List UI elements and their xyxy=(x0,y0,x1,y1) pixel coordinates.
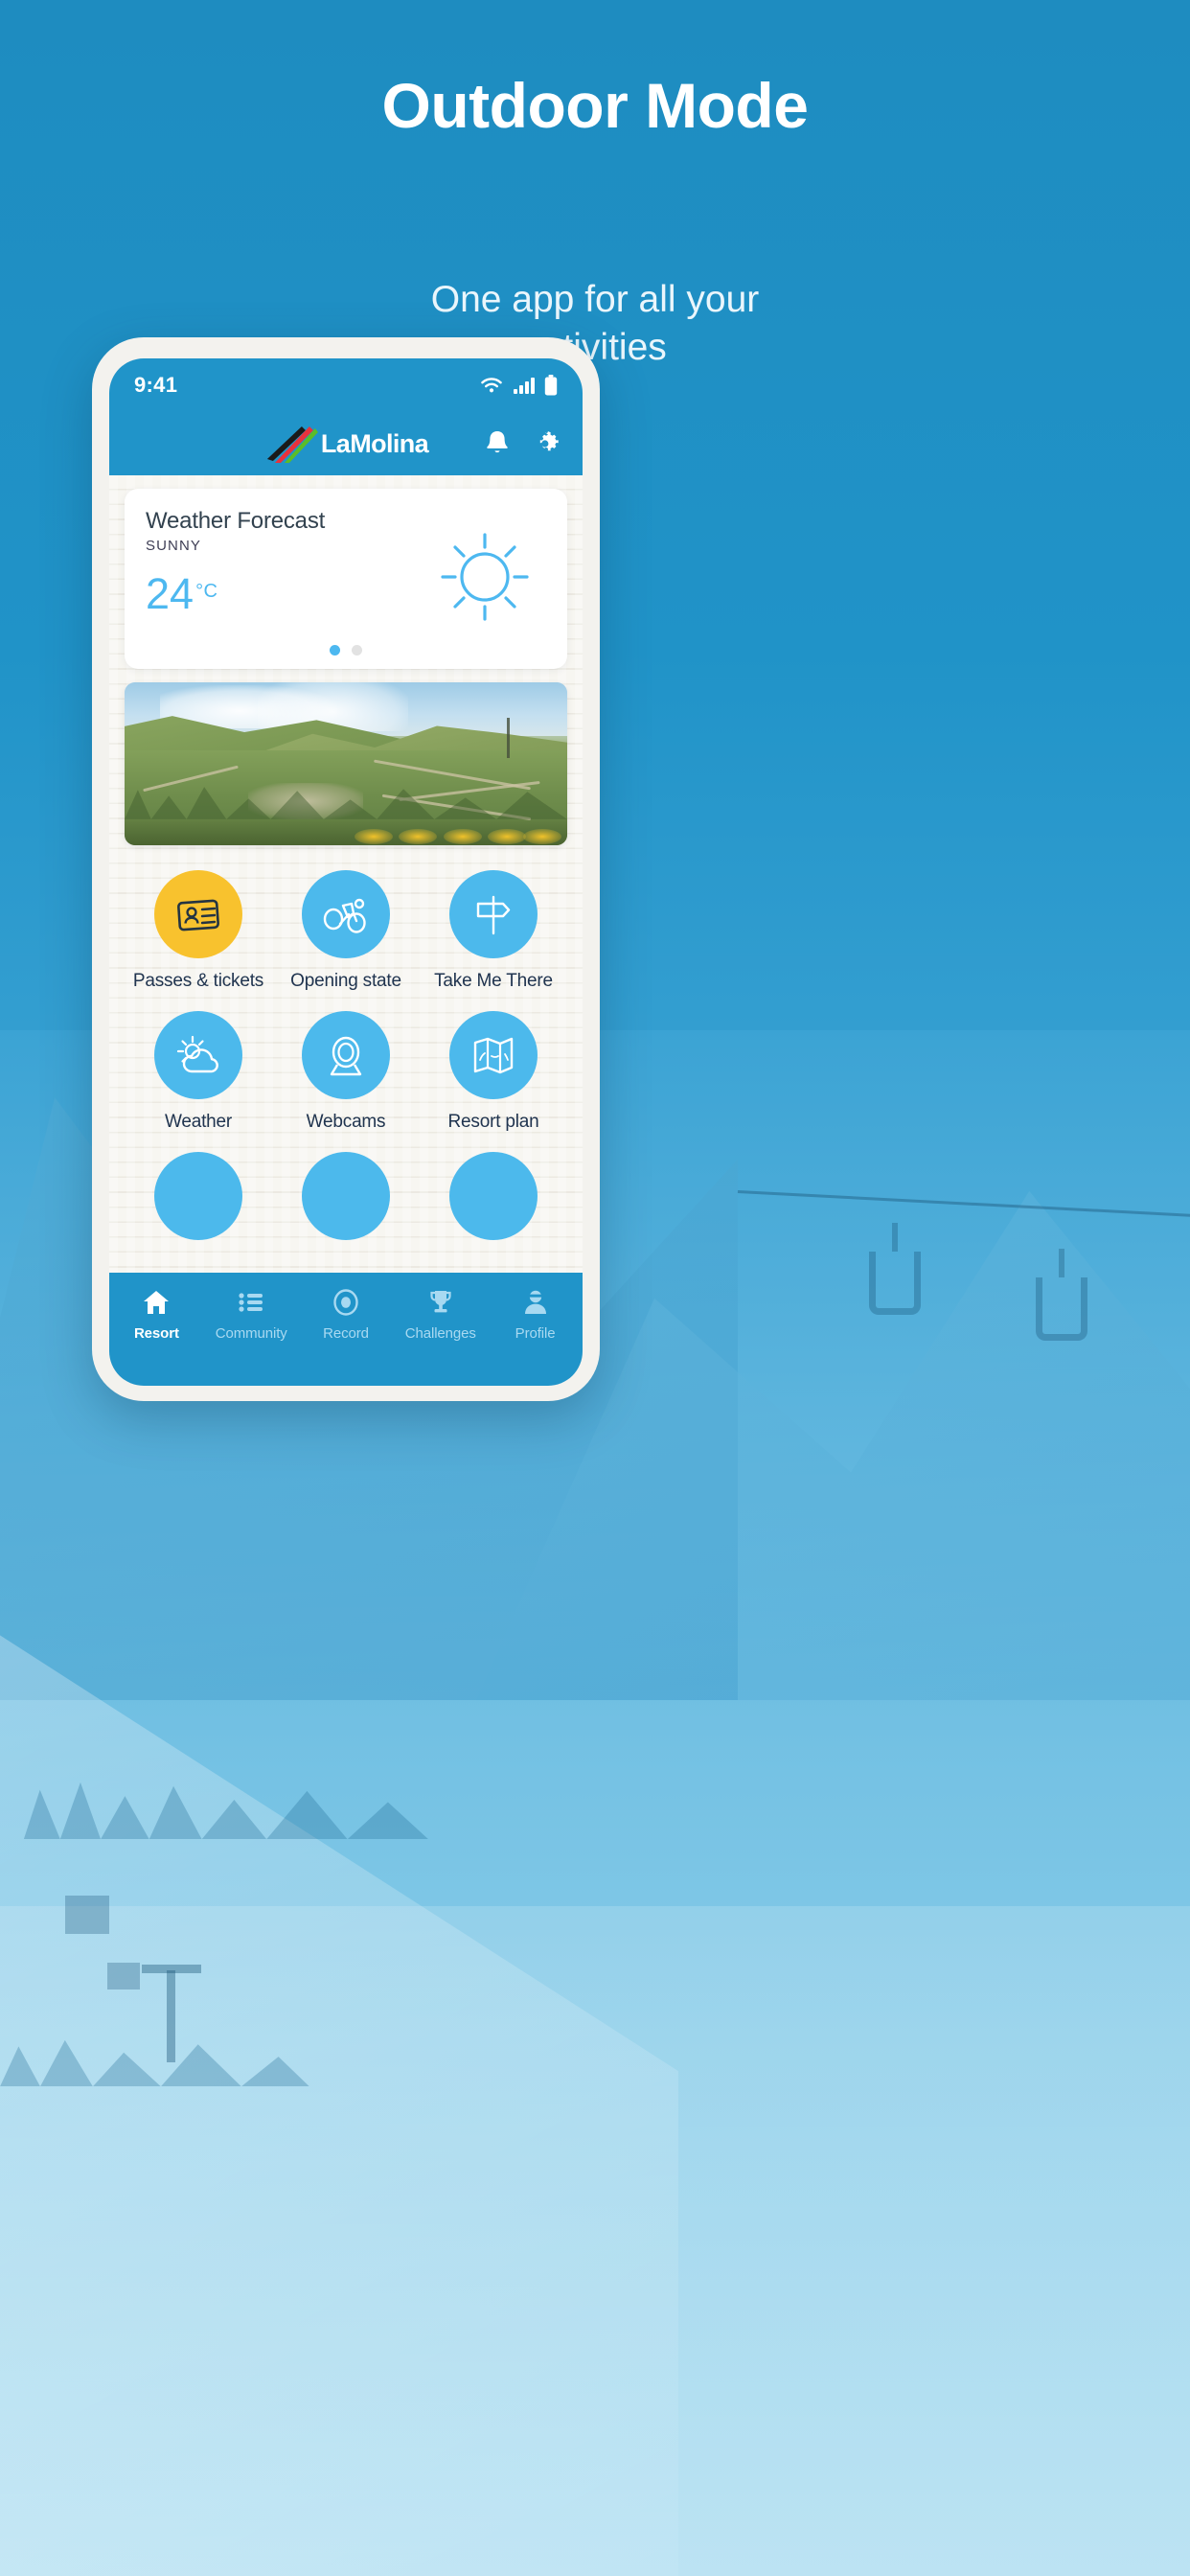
nav-item-challenges[interactable]: Challenges xyxy=(393,1288,488,1342)
shortcut-circle xyxy=(302,870,390,958)
shortcut-take-me-there[interactable]: Take Me There xyxy=(420,870,567,992)
nav-item-profile[interactable]: Profile xyxy=(488,1288,583,1342)
shortcut-opening-state[interactable]: Opening state xyxy=(272,870,420,992)
shortcut-circle xyxy=(449,870,538,958)
promo-subtitle-line1: One app for all your xyxy=(430,279,760,320)
nav-label: Challenges xyxy=(404,1325,476,1342)
folded-map-icon xyxy=(473,1037,514,1074)
webcam-icon xyxy=(330,1036,362,1076)
shortcut-circle xyxy=(302,1152,390,1240)
screen-content: Weather Forecast SUNNY 24 °C Passes & ti… xyxy=(109,475,583,1273)
background-chairlift-seat xyxy=(868,1252,921,1316)
home-icon xyxy=(142,1288,171,1317)
app-logo: LaMolina xyxy=(263,425,429,463)
app-header-actions xyxy=(483,428,561,459)
carousel-dot-active[interactable] xyxy=(330,645,340,656)
weather-forecast-card[interactable]: Weather Forecast SUNNY 24 °C xyxy=(125,489,567,669)
nav-label: Community xyxy=(215,1325,287,1342)
bottom-navigation-bar: Resort Community Record Challenges Profi… xyxy=(109,1273,583,1386)
signpost-icon xyxy=(476,895,511,935)
background-lift-station xyxy=(65,1896,110,1935)
shortcut-partial[interactable] xyxy=(272,1152,420,1240)
shortcut-passes-tickets[interactable]: Passes & tickets xyxy=(125,870,272,992)
background-building xyxy=(106,1963,140,1990)
person-icon xyxy=(521,1288,550,1317)
shortcut-grid: Passes & tickets Opening state Take Me T… xyxy=(125,870,567,1133)
shortcut-weather[interactable]: Weather xyxy=(125,1011,272,1133)
shortcut-webcams[interactable]: Webcams xyxy=(272,1011,420,1133)
shortcut-label: Resort plan xyxy=(447,1112,539,1132)
background-chairlift-seat xyxy=(1035,1277,1087,1342)
shortcut-circle xyxy=(154,870,242,958)
nav-label: Profile xyxy=(515,1325,556,1342)
nav-item-community[interactable]: Community xyxy=(204,1288,299,1342)
status-bar: 9:41 xyxy=(109,358,583,412)
shortcut-partial[interactable] xyxy=(420,1152,567,1240)
weather-temperature: 24 °C xyxy=(146,572,218,615)
background-chairlift-tower xyxy=(141,1965,201,2063)
shortcut-circle xyxy=(302,1011,390,1099)
shortcut-circle xyxy=(154,1011,242,1099)
shortcut-label: Opening state xyxy=(290,971,401,991)
shortcut-circle xyxy=(449,1152,538,1240)
temperature-unit: °C xyxy=(195,581,218,602)
resort-hero-image[interactable] xyxy=(125,682,567,845)
trophy-icon xyxy=(426,1288,455,1317)
nav-label: Resort xyxy=(133,1325,179,1342)
notifications-bell-icon[interactable] xyxy=(483,428,512,459)
background-foreground-snow xyxy=(0,1906,1190,2576)
carousel-dot[interactable] xyxy=(352,645,362,656)
wifi-icon xyxy=(479,376,504,395)
status-bar-time: 9:41 xyxy=(134,373,178,397)
shortcut-circle xyxy=(449,1011,538,1099)
hero-summit-mast xyxy=(506,718,510,759)
id-card-icon xyxy=(177,899,219,932)
nav-item-resort[interactable]: Resort xyxy=(109,1288,204,1342)
shortcut-partial[interactable] xyxy=(125,1152,272,1240)
shortcut-label: Passes & tickets xyxy=(132,971,264,991)
shortcut-resort-plan[interactable]: Resort plan xyxy=(420,1011,567,1133)
list-icon xyxy=(237,1288,265,1317)
phone-screen: 9:41 LaMolina Weather Forecast SUNNY 24 … xyxy=(109,358,583,1386)
shortcut-label: Weather xyxy=(164,1112,233,1132)
app-header-bar: LaMolina xyxy=(109,412,583,475)
la-molina-ski-logo-icon xyxy=(263,425,319,463)
shortcut-circle xyxy=(154,1152,242,1240)
temperature-value: 24 xyxy=(146,569,195,618)
battery-icon xyxy=(544,375,558,396)
hero-flower-band xyxy=(125,818,567,845)
promo-headline: Outdoor Mode xyxy=(381,70,809,141)
nav-label: Record xyxy=(323,1325,369,1342)
bicycle-icon xyxy=(323,898,366,933)
app-logo-text: LaMolina xyxy=(320,428,429,458)
shortcut-grid-row-partial xyxy=(125,1152,567,1240)
phone-mockup: 9:41 LaMolina Weather Forecast SUNNY 24 … xyxy=(92,337,600,1401)
shortcut-label: Take Me There xyxy=(434,971,553,991)
settings-gear-icon[interactable] xyxy=(533,429,561,458)
nav-item-record[interactable]: Record xyxy=(299,1288,394,1342)
record-icon xyxy=(332,1288,360,1317)
status-bar-icons xyxy=(479,375,558,396)
weather-carousel-dots[interactable] xyxy=(125,645,567,656)
sun-icon xyxy=(435,527,535,632)
cellular-signal-icon xyxy=(513,376,536,395)
sun-behind-cloud-icon xyxy=(176,1035,218,1073)
shortcut-label: Webcams xyxy=(306,1112,386,1132)
